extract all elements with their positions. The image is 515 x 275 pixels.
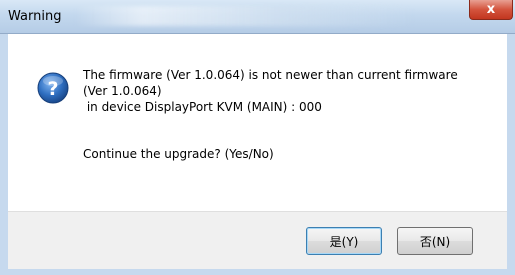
question-text: Continue the upgrade? (Yes/No) [83, 147, 274, 161]
yes-button[interactable]: 是(Y) [306, 227, 382, 255]
no-button[interactable]: 否(N) [397, 227, 473, 255]
message-line-2: (Ver 1.0.064) [83, 84, 162, 98]
dialog-content: ? The firmware (Ver 1.0.064) is not newe… [8, 34, 507, 211]
message-line-1: The firmware (Ver 1.0.064) is not newer … [83, 68, 458, 82]
window-title: Warning [8, 9, 62, 24]
message-line-3: in device DisplayPort KVM (MAIN) : 000 [83, 100, 322, 114]
window-frame-right [507, 34, 515, 275]
question-icon: ? [37, 72, 69, 104]
message-text: The firmware (Ver 1.0.064) is not newer … [83, 67, 493, 115]
window-frame-left [0, 34, 8, 275]
close-icon: x [486, 2, 496, 17]
title-bar[interactable]: Warning x [0, 0, 515, 34]
svg-text:?: ? [47, 78, 58, 100]
close-button[interactable]: x [469, 0, 513, 20]
title-bar-blur [75, 6, 415, 26]
button-bar: 是(Y) 否(N) [8, 211, 507, 269]
window-frame-bottom [0, 269, 515, 275]
